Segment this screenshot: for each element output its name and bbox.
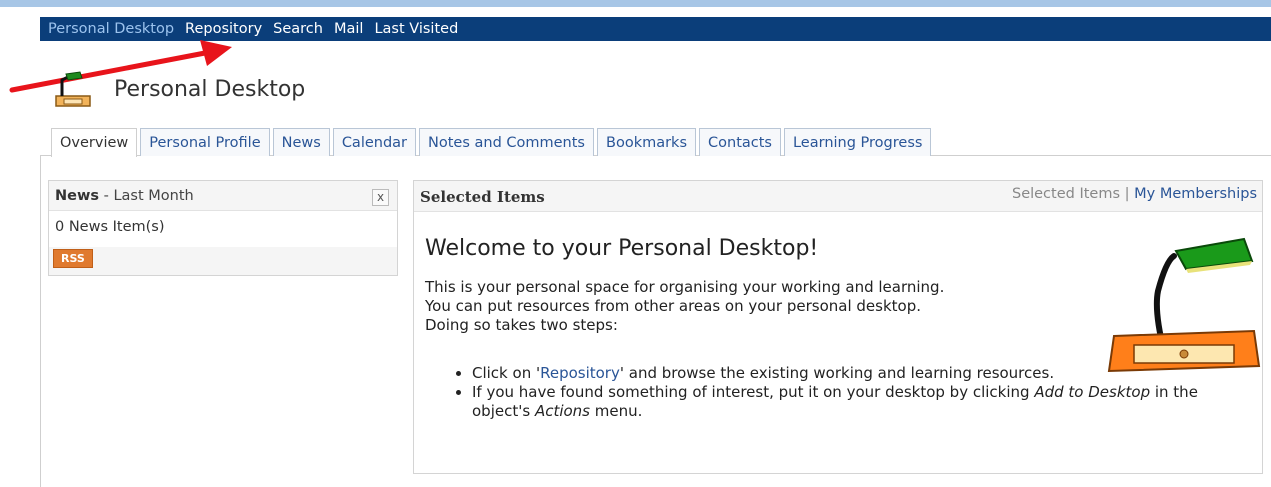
tab-overview[interactable]: Overview [51, 128, 138, 157]
menu-search[interactable]: Search [273, 21, 323, 37]
selected-items-link-current: Selected Items [1011, 186, 1121, 202]
my-memberships-link[interactable]: My Memberships [1134, 186, 1257, 202]
welcome-heading: Welcome to your Personal Desktop! [425, 236, 819, 261]
page-title: Personal Desktop [114, 76, 306, 102]
actions-text: Actions [534, 402, 590, 420]
step-text: Click on ' [472, 364, 541, 382]
steps-list: Click on 'Repository' and browse the exi… [472, 364, 1257, 421]
intro-line: Doing so takes two steps: [425, 316, 618, 334]
selected-items-header: Selected Items Selected Items | My Membe… [414, 181, 1262, 212]
news-block-header: News - Last Month [49, 181, 397, 211]
tab-notes-and-comments[interactable]: Notes and Comments [419, 128, 594, 156]
selected-items-block: Selected Items Selected Items | My Membe… [413, 180, 1263, 474]
news-count: 0 News Item(s) [55, 219, 165, 235]
tab-contacts[interactable]: Contacts [699, 128, 781, 156]
news-block-footer: RSS [49, 247, 397, 275]
menu-last-visited[interactable]: Last Visited [374, 21, 458, 37]
intro-line: You can put resources from other areas o… [425, 297, 922, 315]
repository-link[interactable]: Repository [540, 364, 620, 382]
intro-line: This is your personal space for organisi… [425, 278, 945, 296]
step-item: If you have found something of interest,… [472, 383, 1257, 421]
selected-items-view-links: Selected Items | My Memberships [1012, 186, 1257, 202]
rss-button[interactable]: RSS [53, 249, 93, 268]
news-block-title: News [55, 187, 99, 204]
tab-learning-progress[interactable]: Learning Progress [783, 128, 932, 156]
step-item: Click on 'Repository' and browse the exi… [472, 364, 1092, 383]
tab-personal-profile[interactable]: Personal Profile [140, 128, 270, 156]
desk-lamp-illustration-icon [1107, 237, 1261, 373]
news-block-subtitle: - Last Month [103, 187, 194, 204]
tab-calendar[interactable]: Calendar [332, 128, 417, 156]
top-strip [0, 0, 1271, 7]
step-text: If you have found something of interest,… [472, 383, 1035, 401]
menu-personal-desktop[interactable]: Personal Desktop [48, 21, 174, 37]
menu-mail[interactable]: Mail [334, 21, 363, 37]
page-header: Personal Desktop [52, 70, 305, 112]
desk-lamp-icon [55, 71, 91, 107]
step-text: ' and browse the existing working and le… [619, 364, 1055, 382]
selected-items-title: Selected Items [420, 188, 545, 206]
step-text: menu. [590, 402, 643, 420]
tab-news[interactable]: News [272, 128, 330, 156]
intro-text: This is your personal space for organisi… [425, 278, 1095, 335]
menu-repository[interactable]: Repository [185, 21, 262, 37]
news-block: News - Last Month x 0 News Item(s) RSS [48, 180, 398, 276]
close-block-button[interactable]: x [372, 189, 389, 206]
sub-tabs: Overview Personal Profile News Calendar … [51, 128, 934, 157]
add-to-desktop-text: Add to Desktop [1034, 383, 1151, 401]
tab-bookmarks[interactable]: Bookmarks [597, 128, 697, 156]
link-separator: | [1120, 186, 1135, 202]
